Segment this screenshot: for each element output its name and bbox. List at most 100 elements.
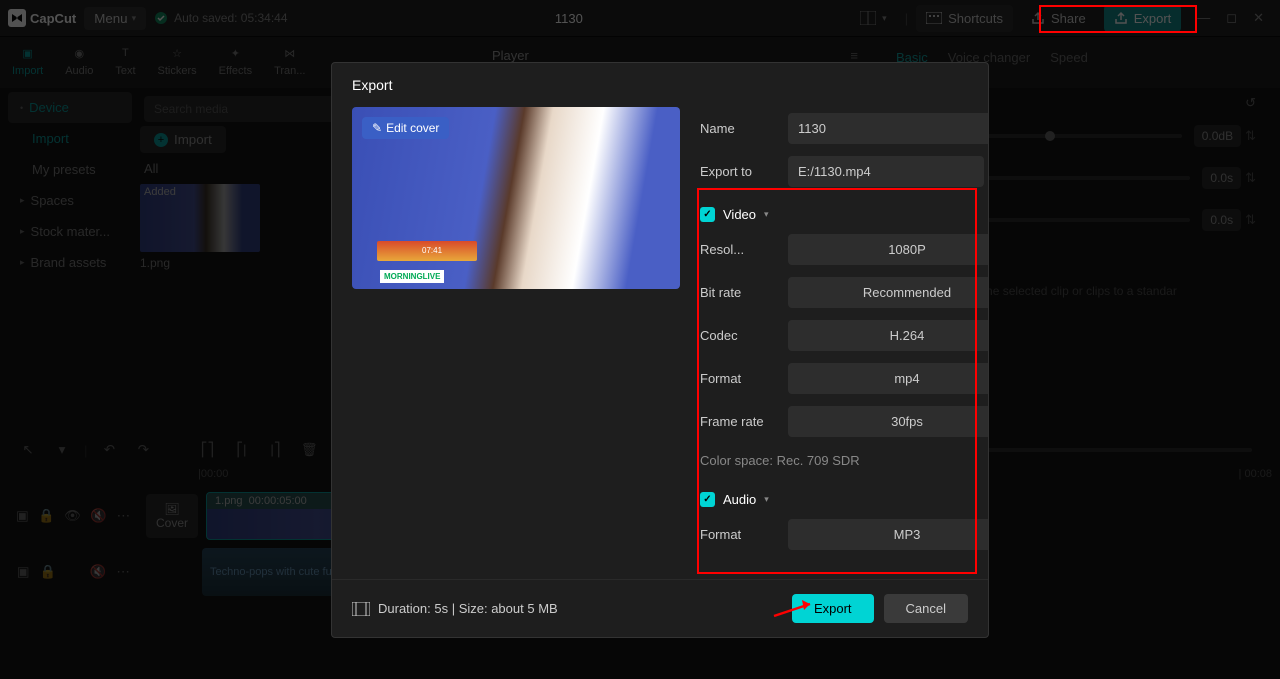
import-icon: ▣: [18, 43, 38, 63]
sidebar-spaces[interactable]: ▸Spaces: [8, 185, 132, 216]
trim-left-button[interactable]: ⎡|: [229, 438, 253, 462]
transitions-icon: ⋈: [280, 43, 300, 63]
tab-speed[interactable]: Speed: [1050, 50, 1088, 65]
exportto-label: Export to: [700, 164, 776, 179]
cover-button[interactable]: 🖼 Cover: [146, 494, 198, 538]
left-sidebar: •Device Import My presets ▸Spaces ▸Stock…: [8, 92, 132, 278]
tool-import[interactable]: ▣Import: [12, 43, 43, 77]
fps-select[interactable]: 30fps▾: [788, 406, 988, 437]
codec-label: Codec: [700, 328, 776, 343]
fadeout-value: 0.0s: [1202, 209, 1241, 231]
bitrate-select[interactable]: Recommended▾: [788, 277, 988, 308]
menu-icon[interactable]: ≡: [850, 48, 858, 63]
audio-section[interactable]: ✓ Audio ▾: [700, 478, 988, 513]
audio-icon: ◉: [69, 43, 89, 63]
menu-button[interactable]: Menu▾: [84, 7, 146, 30]
codec-select[interactable]: H.264▾: [788, 320, 988, 351]
sidebar-stock[interactable]: ▸Stock mater...: [8, 216, 132, 247]
track-lock-icon[interactable]: 🔒: [40, 560, 56, 584]
volume-value: 0.0dB: [1194, 125, 1241, 147]
aformat-select[interactable]: MP3▾: [788, 519, 988, 550]
sidebar-import[interactable]: Import: [8, 123, 132, 154]
tool-audio[interactable]: ◉Audio: [65, 43, 93, 77]
film-icon: [352, 602, 370, 616]
clip-name: 1.png: [215, 495, 243, 507]
redo-button[interactable]: ↷: [131, 438, 155, 462]
tool-transitions[interactable]: ⋈Tran...: [274, 43, 305, 77]
resolution-select[interactable]: 1080P▾: [788, 234, 988, 265]
sidebar-device[interactable]: •Device: [8, 92, 132, 123]
app-logo: CapCut: [8, 9, 76, 27]
track-collapse-icon[interactable]: ▣: [16, 504, 29, 528]
audio-checkbox[interactable]: ✓: [700, 492, 715, 507]
player-label: Player: [492, 48, 529, 63]
edit-cover-button[interactable]: ✎Edit cover: [362, 117, 449, 139]
chevron-down-icon: ▾: [764, 209, 769, 220]
pencil-icon: ✎: [372, 121, 382, 135]
name-input[interactable]: [788, 113, 988, 144]
tool-stickers[interactable]: ☆Stickers: [158, 43, 197, 77]
keyboard-icon: [926, 12, 942, 24]
share-icon: [1031, 11, 1045, 25]
video-section[interactable]: ✓ Video ▾: [700, 193, 988, 228]
aformat-label: Format: [700, 527, 776, 542]
sidebar-brand[interactable]: ▸Brand assets: [8, 247, 132, 278]
track-more-icon[interactable]: ⋯: [116, 560, 130, 584]
tool-effects[interactable]: ✦Effects: [219, 43, 252, 77]
media-item[interactable]: Added 1.png: [140, 184, 260, 274]
app-name: CapCut: [30, 11, 76, 26]
colorspace-text: Color space: Rec. 709 SDR: [700, 443, 988, 478]
video-checkbox[interactable]: ✓: [700, 207, 715, 222]
undo-button[interactable]: ↶: [97, 438, 121, 462]
reset-icon[interactable]: ↺: [1245, 95, 1256, 111]
stepper-icon[interactable]: ⇅: [1241, 128, 1256, 144]
modal-title: Export: [332, 63, 988, 107]
layout-icon: [860, 11, 876, 25]
exportto-input[interactable]: [788, 156, 984, 187]
bitrate-label: Bit rate: [700, 285, 776, 300]
chevron-down-icon: ▾: [764, 494, 769, 505]
stickers-icon: ☆: [167, 43, 187, 63]
plus-icon: +: [154, 133, 168, 147]
autosave-status: Auto saved: 05:34:44: [154, 11, 287, 25]
fps-label: Frame rate: [700, 414, 776, 429]
text-icon: T: [115, 43, 135, 63]
resolution-label: Resol...: [700, 242, 776, 257]
image-icon: 🖼: [156, 502, 188, 516]
check-circle-icon: [154, 11, 168, 25]
cursor-tool[interactable]: ↖: [16, 438, 40, 462]
vformat-select[interactable]: mp4▾: [788, 363, 988, 394]
export-confirm-button[interactable]: Export: [792, 594, 874, 623]
name-label: Name: [700, 121, 776, 136]
sidebar-presets[interactable]: My presets: [8, 154, 132, 185]
media-item-name: 1.png: [140, 252, 260, 274]
vformat-label: Format: [700, 371, 776, 386]
import-media-button[interactable]: +Import: [140, 126, 226, 153]
split-button[interactable]: ⎡⎤: [195, 438, 219, 462]
added-badge: Added: [144, 186, 176, 198]
track-eye-icon[interactable]: 👁: [65, 504, 81, 528]
maximize-icon[interactable]: ◻: [1226, 10, 1237, 26]
cover-preview: ✎Edit cover MORNINGLIVE 07:41: [352, 107, 680, 289]
track-collapse-icon[interactable]: ▣: [16, 560, 30, 584]
tool-text[interactable]: TText: [115, 43, 135, 77]
chevron-down-icon[interactable]: ▾: [50, 438, 74, 462]
delete-button[interactable]: 🗑: [297, 438, 321, 462]
share-button[interactable]: Share: [1021, 5, 1096, 32]
minimize-icon[interactable]: —: [1197, 10, 1210, 26]
export-modal: Export ✎Edit cover MORNINGLIVE 07:41 Nam…: [331, 62, 989, 638]
track-more-icon[interactable]: ⋯: [117, 504, 130, 528]
track-mute-icon[interactable]: 🔇: [90, 560, 106, 584]
trim-right-button[interactable]: |⎤: [263, 438, 287, 462]
stepper-icon[interactable]: ⇅: [1241, 212, 1256, 228]
track-lock-icon[interactable]: 🔒: [39, 504, 55, 528]
close-icon[interactable]: ✕: [1253, 10, 1264, 26]
layout-button[interactable]: ▾: [850, 5, 897, 31]
stepper-icon[interactable]: ⇅: [1241, 170, 1256, 186]
shortcuts-button[interactable]: Shortcuts: [916, 5, 1013, 32]
track-mute-icon[interactable]: 🔇: [91, 504, 107, 528]
export-icon: [1114, 11, 1128, 25]
export-button-top[interactable]: Export: [1104, 5, 1182, 32]
cancel-button[interactable]: Cancel: [884, 594, 968, 623]
fadein-value: 0.0s: [1202, 167, 1241, 189]
